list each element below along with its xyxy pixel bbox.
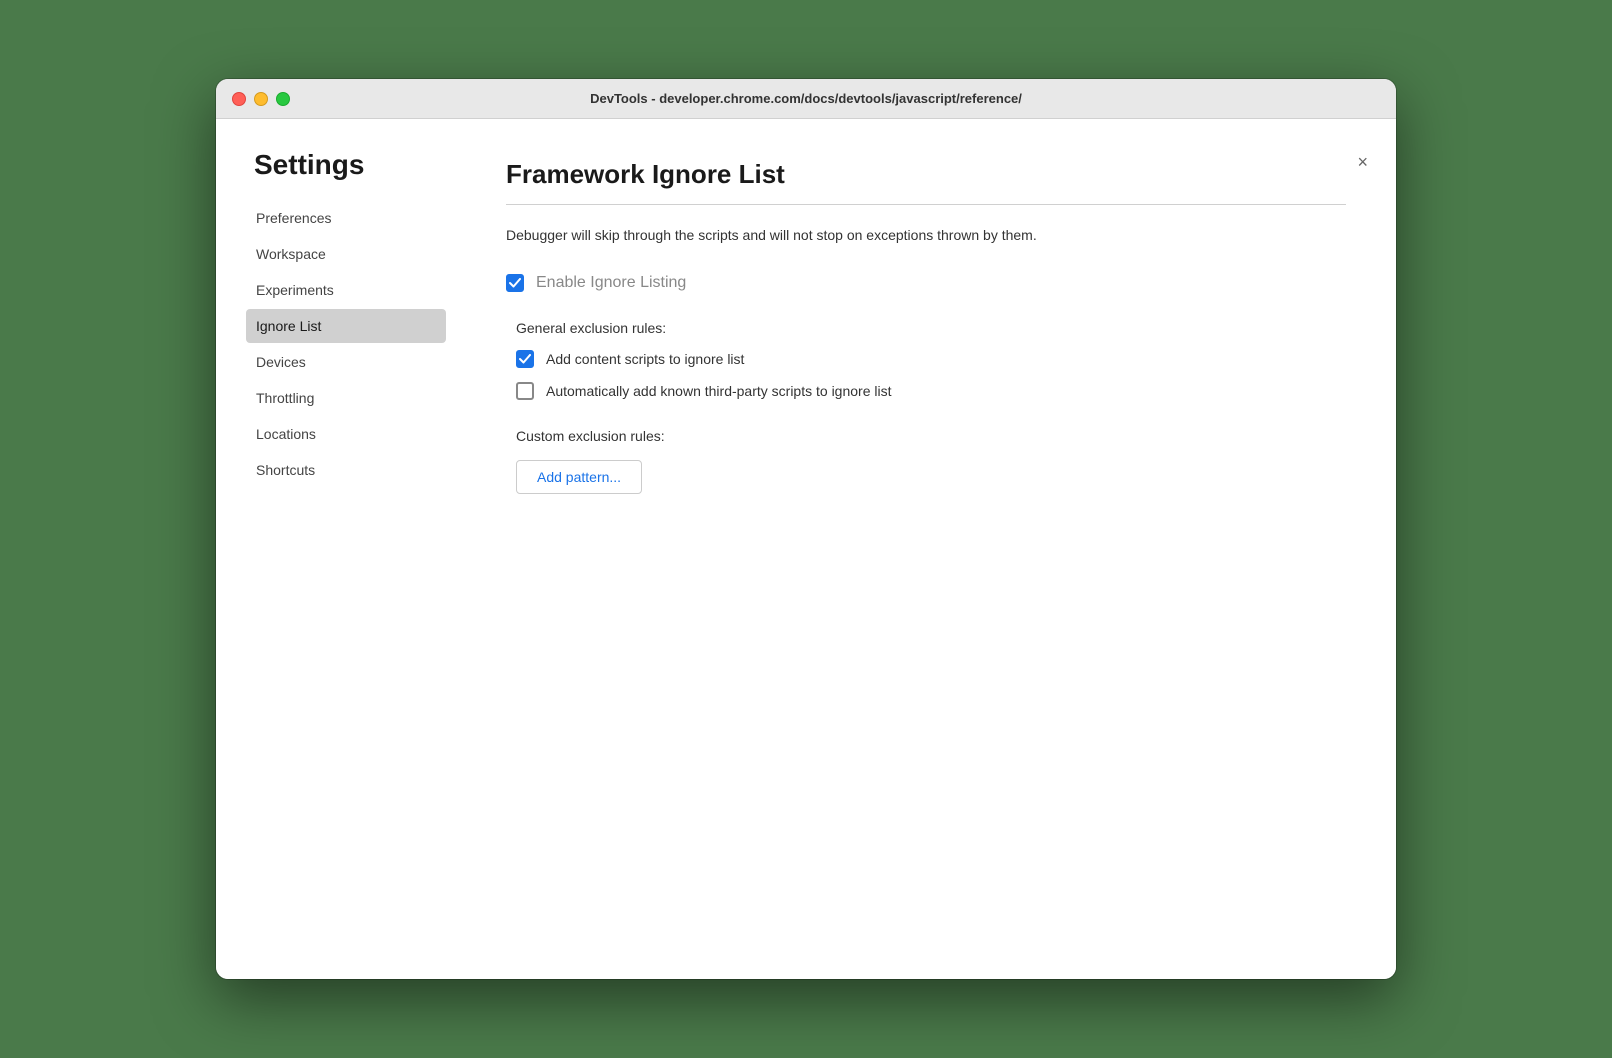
auto-third-party-checkbox[interactable]: [516, 382, 534, 400]
traffic-lights: [232, 92, 290, 106]
maximize-traffic-light[interactable]: [276, 92, 290, 106]
auto-third-party-row: Automatically add known third-party scri…: [516, 382, 1346, 400]
add-content-scripts-label: Add content scripts to ignore list: [546, 351, 744, 367]
sidebar-item-throttling[interactable]: Throttling: [246, 381, 446, 415]
sidebar-item-workspace[interactable]: Workspace: [246, 237, 446, 271]
main-content: × Framework Ignore List Debugger will sk…: [466, 149, 1396, 949]
browser-title: DevTools - developer.chrome.com/docs/dev…: [590, 91, 1022, 106]
add-pattern-button[interactable]: Add pattern...: [516, 460, 642, 494]
custom-exclusion-title: Custom exclusion rules:: [516, 428, 1346, 444]
close-traffic-light[interactable]: [232, 92, 246, 106]
general-exclusion-section: General exclusion rules: Add content scr…: [506, 320, 1346, 400]
title-bar: DevTools - developer.chrome.com/docs/dev…: [216, 79, 1396, 119]
section-description: Debugger will skip through the scripts a…: [506, 225, 1226, 246]
section-divider: [506, 204, 1346, 205]
sidebar-item-devices[interactable]: Devices: [246, 345, 446, 379]
sidebar-item-experiments[interactable]: Experiments: [246, 273, 446, 307]
sidebar-item-shortcuts[interactable]: Shortcuts: [246, 453, 446, 487]
settings-container: Settings Preferences Workspace Experimen…: [216, 119, 1396, 979]
add-content-scripts-row: Add content scripts to ignore list: [516, 350, 1346, 368]
sidebar-nav: Preferences Workspace Experiments Ignore…: [246, 201, 446, 487]
browser-window: DevTools - developer.chrome.com/docs/dev…: [216, 79, 1396, 979]
browser-content: Settings Preferences Workspace Experimen…: [216, 119, 1396, 979]
sidebar-item-ignore-list[interactable]: Ignore List: [246, 309, 446, 343]
section-title: Framework Ignore List: [506, 159, 1346, 190]
custom-exclusion-section: Custom exclusion rules: Add pattern...: [506, 428, 1346, 494]
enable-ignore-listing-label: Enable Ignore Listing: [536, 274, 686, 292]
add-content-scripts-checkbox[interactable]: [516, 350, 534, 368]
minimize-traffic-light[interactable]: [254, 92, 268, 106]
sidebar: Settings Preferences Workspace Experimen…: [246, 149, 466, 949]
enable-ignore-listing-checkbox[interactable]: [506, 274, 524, 292]
sidebar-item-preferences[interactable]: Preferences: [246, 201, 446, 235]
general-exclusion-title: General exclusion rules:: [516, 320, 1346, 336]
enable-ignore-listing-row: Enable Ignore Listing: [506, 274, 1346, 292]
close-button[interactable]: ×: [1349, 149, 1376, 175]
sidebar-item-locations[interactable]: Locations: [246, 417, 446, 451]
sidebar-title: Settings: [246, 149, 446, 181]
auto-third-party-label: Automatically add known third-party scri…: [546, 383, 891, 399]
